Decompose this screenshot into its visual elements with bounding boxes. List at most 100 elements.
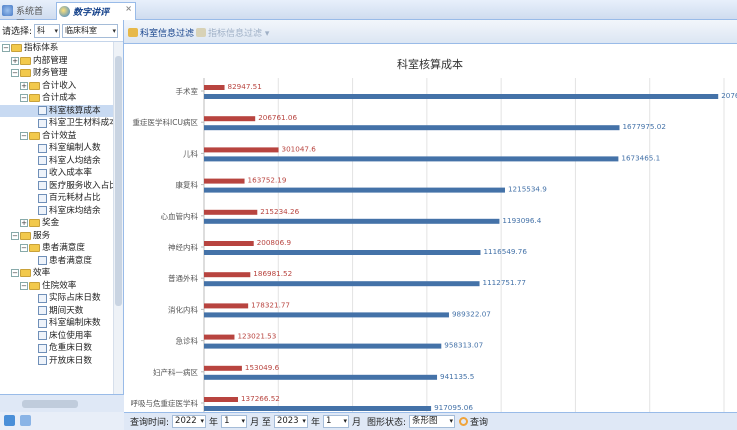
blue-series-bar (204, 156, 619, 162)
tree-leaf-item[interactable]: 患者满意度 (0, 255, 114, 268)
tree-leaf-item[interactable]: 实际占床日数 (0, 292, 114, 305)
folder-icon (29, 219, 40, 228)
collapse-icon[interactable]: − (2, 44, 10, 53)
data-label: 123021.53 (237, 332, 276, 341)
collapse-icon[interactable]: − (11, 231, 19, 240)
blue-series-bar (204, 218, 500, 224)
tree-folder-item[interactable]: − 住院效率 (0, 280, 114, 293)
data-label: 1112751.77 (483, 278, 526, 287)
tree-item-label: 期间天数 (49, 305, 84, 316)
tree-leaf-item[interactable]: 床位使用率 (0, 330, 114, 343)
blue-series-bar (204, 406, 432, 411)
category-label: 呼吸与危重症医学科 (131, 398, 199, 408)
expand-icon[interactable]: + (20, 81, 28, 90)
tree-leaf-item[interactable]: 科室核算成本 (0, 104, 114, 117)
tree-leaf-item[interactable]: 期间天数 (0, 305, 114, 318)
folder-icon (20, 269, 31, 278)
tree-folder-item[interactable]: + 奖金 (0, 217, 114, 230)
department-category-select[interactable]: 临床科室 ▾ (62, 23, 119, 38)
end-year-select[interactable]: 2023 ▾ (273, 415, 308, 428)
collapse-icon[interactable]: − (11, 269, 19, 278)
chevron-down-icon: ▾ (343, 417, 347, 425)
collapse-icon[interactable]: − (20, 94, 28, 103)
blue-series-bar (204, 281, 480, 287)
tree-folder-item[interactable]: − 效率 (0, 267, 114, 280)
search-button[interactable]: 查询 (459, 415, 488, 428)
home-icon (2, 5, 13, 16)
data-label: 153049.6 (245, 363, 280, 372)
department-filter-button[interactable]: 科室信息过滤 ▾ (128, 26, 201, 39)
tab-home[interactable]: 系统首页 (0, 2, 56, 30)
tree-folder-item[interactable]: − 指标体系 (0, 42, 114, 55)
document-icon (38, 331, 47, 341)
folder-icon (29, 94, 40, 103)
tree-leaf-item[interactable]: 科室卫生材料成本 (0, 117, 114, 130)
collapse-icon[interactable]: − (11, 69, 19, 78)
tree-leaf-item[interactable]: 科室床均结余 (0, 205, 114, 218)
data-label: 1215534.9 (508, 185, 547, 194)
tree-folder-item[interactable]: − 合计效益 (0, 130, 114, 143)
tree-item-label: 科室卫生材料成本 (49, 118, 114, 128)
tree-scrollbar[interactable] (113, 42, 123, 414)
month-unit-label: 月 (351, 418, 361, 428)
tree-leaf-item[interactable]: 收入成本率 (0, 167, 114, 180)
collapse-icon[interactable]: − (20, 281, 28, 290)
expand-icon[interactable]: + (20, 219, 28, 228)
query-bar: 查询时间: 2022 ▾ 年 1 ▾ 月 至 2023 ▾ 年 1 ▾ 月 图形状态: … (124, 412, 737, 430)
tab-digital-review[interactable]: 数字讲评 × (56, 2, 136, 20)
search-button-label: 查询 (470, 418, 489, 428)
tree-leaf-item[interactable]: 医疗服务收入占比 (0, 180, 114, 193)
tree-folder-item[interactable]: + 合计收入 (0, 80, 114, 93)
left-panel: 请选择: 科 ▾ 临床科室 ▾ − 指标体系 + 内部管理 − 财务管理 + 合计收入 − 合计成本科… (0, 20, 124, 414)
tree-item-label: 奖金 (42, 218, 60, 228)
chart-title: 科室核算成本 (397, 57, 463, 71)
year-unit-label: 年 (310, 418, 320, 428)
chart-state-select[interactable]: 条形图 ▾ (409, 415, 456, 428)
start-month-value: 1 (224, 416, 230, 426)
expand-icon[interactable]: + (11, 56, 19, 65)
collapse-icon[interactable]: − (20, 131, 28, 140)
panel-footer (0, 412, 124, 430)
tree-leaf-item[interactable]: 科室人均结余 (0, 155, 114, 168)
start-year-select[interactable]: 2022 ▾ (172, 415, 207, 428)
tree-leaf-item[interactable]: 科室编制人数 (0, 142, 114, 155)
tree-item-label: 服务 (33, 230, 51, 241)
document-icon (38, 293, 47, 303)
tree-item-label: 患者满意度 (42, 243, 85, 253)
collapse-all-icon[interactable] (20, 415, 31, 426)
tree-leaf-item[interactable]: 百元耗材占比 (0, 192, 114, 205)
red-series-bar (204, 397, 238, 402)
data-label: 163752.19 (248, 176, 287, 185)
tree-folder-item[interactable]: − 服务 (0, 230, 114, 243)
data-label: 206761.06 (258, 113, 297, 122)
data-label: 1673465.1 (621, 153, 660, 162)
tree-item-label: 内部管理 (33, 55, 68, 66)
tree-folder-item[interactable]: − 患者满意度 (0, 242, 114, 255)
department-type-select[interactable]: 科 ▾ (34, 23, 61, 38)
data-label: 301047.6 (282, 144, 317, 153)
tree-item-label: 床位使用率 (49, 330, 92, 341)
expand-all-icon[interactable] (4, 415, 15, 426)
collapse-icon[interactable]: − (20, 244, 28, 253)
filter-icon (196, 28, 206, 37)
start-month-select[interactable]: 1 ▾ (221, 415, 248, 428)
category-label: 神经内科 (168, 242, 198, 252)
tree-folder-item[interactable]: − 财务管理 (0, 67, 114, 80)
blue-series-bar (204, 343, 442, 349)
close-icon[interactable]: × (125, 4, 132, 13)
tree-leaf-item[interactable]: 开放床日数 (0, 355, 114, 368)
end-month-select[interactable]: 1 ▾ (322, 415, 349, 428)
indicator-filter-button[interactable]: 指标信息过滤 ▾ (196, 26, 269, 39)
tree-leaf-item[interactable]: 科室编制床数 (0, 317, 114, 330)
document-icon (38, 168, 47, 178)
tree-hscrollbar[interactable] (0, 394, 124, 414)
bar-chart: 科室核算成本手术室 82947.51 207659 重症医学科ICU病区 206761.… (131, 57, 737, 412)
document-icon (38, 143, 47, 153)
scrollbar-thumb[interactable] (115, 56, 122, 306)
red-series-bar (204, 85, 225, 90)
tree-leaf-item[interactable]: 危重床日数 (0, 342, 114, 355)
tree-folder-item[interactable]: − 合计成本 (0, 92, 114, 105)
tree-folder-item[interactable]: + 内部管理 (0, 55, 114, 68)
tree-item-label: 科室核算成本 (49, 105, 101, 116)
hscrollbar-thumb[interactable] (22, 400, 78, 408)
